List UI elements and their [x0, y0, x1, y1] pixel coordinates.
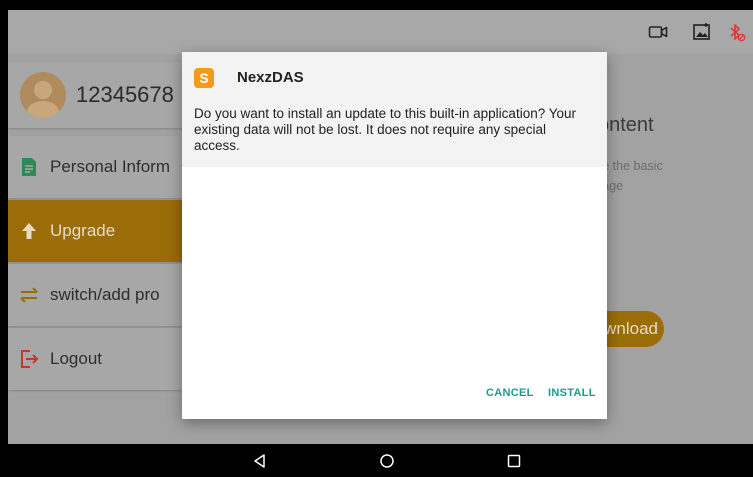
sidebar-item-label: Personal Inform: [50, 157, 170, 176]
avatar: [20, 72, 66, 118]
cancel-button[interactable]: CANCEL: [486, 387, 534, 399]
back-icon[interactable]: [250, 451, 270, 471]
status-bar: [8, 10, 753, 54]
swap-arrows-icon: [20, 287, 38, 303]
sidebar-item-personal-info[interactable]: Personal Inform: [8, 136, 188, 198]
sidebar-item-label: Logout: [50, 349, 102, 368]
document-icon: [22, 158, 36, 176]
sidebar: 12345678 Personal Inform Upgrade switch/…: [8, 54, 188, 444]
image-icon[interactable]: [692, 22, 712, 42]
arrow-up-icon: [22, 223, 36, 239]
sidebar-item-label: switch/add pro: [50, 285, 160, 304]
profile-item[interactable]: 12345678: [8, 62, 188, 128]
home-icon[interactable]: [377, 451, 397, 471]
recents-icon[interactable]: [504, 451, 524, 471]
bluetooth-disabled-icon[interactable]: [726, 22, 746, 42]
install-button[interactable]: INSTALL: [548, 387, 596, 399]
dialog-message: Do you want to install an update to this…: [194, 106, 577, 153]
app-icon: S: [194, 68, 214, 88]
dialog-app-name: NexzDAS: [237, 69, 304, 86]
navigation-bar: [8, 444, 753, 477]
dialog-header: S NexzDAS Do you want to install an upda…: [182, 52, 607, 167]
sidebar-item-label: Upgrade: [50, 221, 116, 240]
install-dialog: S NexzDAS Do you want to install an upda…: [182, 52, 607, 419]
sidebar-item-logout[interactable]: Logout: [8, 328, 188, 390]
video-camera-icon[interactable]: [648, 22, 668, 42]
device-screen: 12345678 Personal Inform Upgrade switch/…: [8, 10, 753, 444]
profile-name: 12345678: [76, 82, 174, 107]
sidebar-item-upgrade[interactable]: Upgrade: [8, 200, 188, 262]
sidebar-item-switch-add[interactable]: switch/add pro: [8, 264, 188, 326]
logout-icon: [21, 350, 39, 368]
